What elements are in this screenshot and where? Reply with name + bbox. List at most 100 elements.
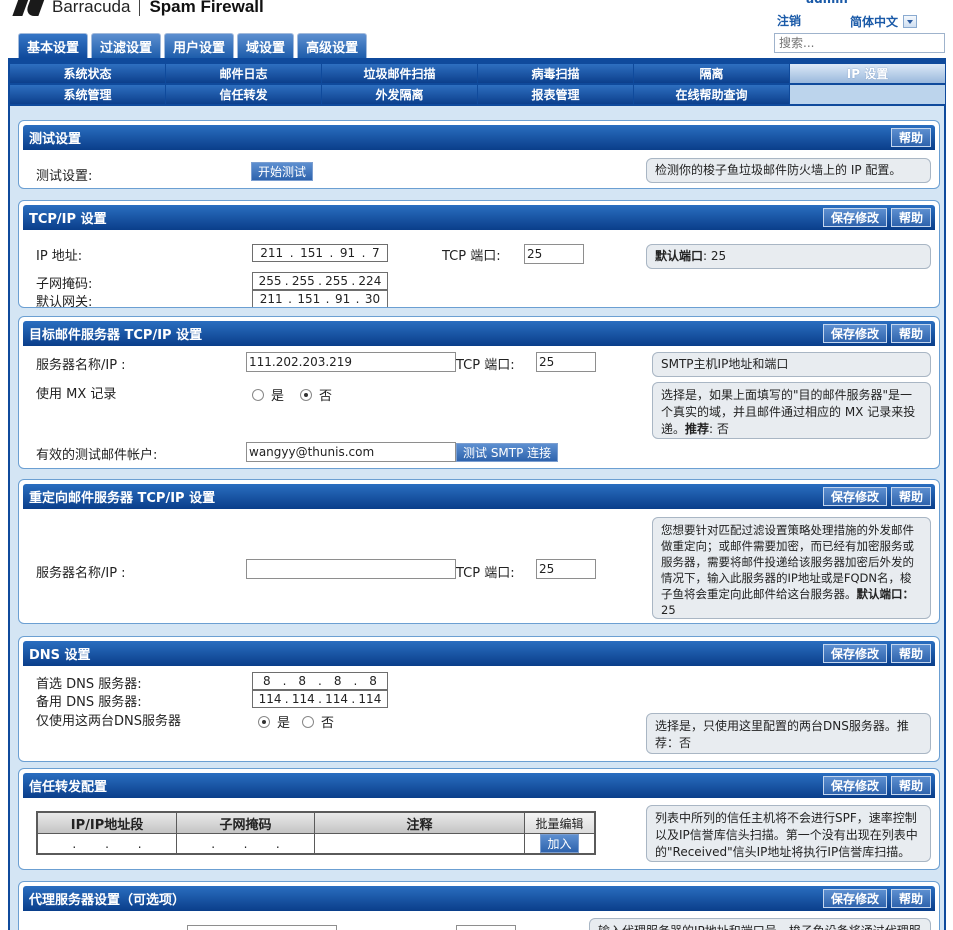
save-button[interactable]: 保存修改 bbox=[822, 208, 887, 227]
subnav-system-status[interactable]: 系统状态 bbox=[10, 64, 165, 83]
subnav-system-admin[interactable]: 系统管理 bbox=[10, 85, 165, 104]
subnav-quarantine[interactable]: 隔离 bbox=[634, 64, 789, 83]
test-account-input[interactable]: wangyy@thunis.com bbox=[246, 442, 456, 462]
tcpip-help-text: 默认端口: 25 bbox=[646, 244, 931, 269]
content-area: 测试设置 帮助 测试设置: 开始测试 检测你的梭子鱼垃圾邮件防火墙上的 IP 配… bbox=[8, 106, 946, 930]
ip-address-field[interactable]: 211. 151. 91. 7 bbox=[252, 244, 388, 262]
redirect-port-input[interactable]: 25 bbox=[536, 559, 596, 579]
column-header: 子网掩码 bbox=[177, 813, 315, 833]
ip-octet: 211 bbox=[259, 292, 283, 306]
ip-octet: 114 bbox=[325, 692, 349, 706]
ip-octet: 91 bbox=[339, 246, 356, 260]
save-button[interactable]: 保存修改 bbox=[822, 487, 887, 506]
batch-edit-link[interactable]: 批量编辑 bbox=[525, 813, 594, 833]
save-button[interactable]: 保存修改 bbox=[822, 324, 887, 343]
help-button[interactable]: 帮助 bbox=[890, 644, 931, 663]
subnav-virus-scan[interactable]: 病毒扫描 bbox=[478, 64, 633, 83]
proxy-port-input[interactable] bbox=[456, 925, 516, 930]
ip-octet: 211 bbox=[260, 246, 284, 260]
tab-user-settings[interactable]: 用户设置 bbox=[164, 33, 235, 58]
proxy-panel: 代理服务器设置（可选项） 保存修改 帮助 输入代理服务器的IP地址和端口号，梭子… bbox=[18, 881, 940, 930]
destination-server-header: 目标邮件服务器 TCP/IP 设置 保存修改 帮助 bbox=[23, 321, 935, 346]
netmask-input[interactable]: ... bbox=[177, 833, 315, 853]
secondary-dns-field[interactable]: 114. 114. 114. 114 bbox=[252, 690, 388, 708]
redirect-help-text: 您想要针对匹配过滤设置策略处理措施的外发邮件做重定向；或邮件需要加密，而已经有加… bbox=[652, 517, 931, 619]
tab-advanced-settings[interactable]: 高级设置 bbox=[297, 33, 368, 58]
redirect-server-input[interactable] bbox=[246, 559, 456, 579]
tab-filter-settings[interactable]: 过滤设置 bbox=[91, 33, 162, 58]
redirect-server-panel: 重定向邮件服务器 TCP/IP 设置 保存修改 帮助 服务器名称/IP : TC… bbox=[18, 479, 940, 624]
help-button[interactable]: 帮助 bbox=[890, 776, 931, 795]
help-button[interactable]: 帮助 bbox=[890, 128, 931, 147]
redirect-server-header: 重定向邮件服务器 TCP/IP 设置 保存修改 帮助 bbox=[23, 484, 935, 509]
subnav-outbound-quarantine[interactable]: 外发隔离 bbox=[322, 85, 477, 104]
ip-octet: 114 bbox=[291, 692, 315, 706]
chevron-down-icon[interactable] bbox=[903, 15, 918, 28]
subnav-row-1: 系统状态 邮件日志 垃圾邮件扫描 病毒扫描 隔离 IP 设置 bbox=[10, 64, 946, 83]
panel-title: TCP/IP 设置 bbox=[29, 212, 107, 227]
dns-only-yes-radio[interactable] bbox=[258, 715, 270, 728]
tab-domain-settings[interactable]: 域设置 bbox=[237, 33, 295, 58]
subnav-row-2: 系统管理 信任转发 外发隔离 报表管理 在线帮助查询 bbox=[10, 85, 946, 104]
ip-octet: 224 bbox=[358, 274, 382, 288]
trust-relay-table: IP/IP地址段 子网掩码 注释 批量编辑 ... ... 加入 bbox=[36, 811, 596, 855]
logo-divider bbox=[139, 0, 141, 16]
smtp-host-help: SMTP主机IP地址和端口 bbox=[652, 352, 931, 377]
save-button[interactable]: 保存修改 bbox=[822, 889, 887, 908]
subnav-trusted-relay[interactable]: 信任转发 bbox=[166, 85, 321, 104]
product-name: Spam Firewall bbox=[149, 0, 264, 16]
current-user: admin bbox=[806, 0, 848, 6]
add-button[interactable]: 加入 bbox=[540, 834, 579, 853]
help-bold: 默认端口 bbox=[655, 249, 704, 263]
ip-octet: 91 bbox=[334, 292, 351, 306]
help-button[interactable]: 帮助 bbox=[890, 487, 931, 506]
gateway-label: 默认网关: bbox=[36, 295, 93, 308]
save-button[interactable]: 保存修改 bbox=[822, 644, 887, 663]
dns-panel: DNS 设置 保存修改 帮助 首选 DNS 服务器: 8.8.8.8 备用 DN… bbox=[18, 636, 940, 762]
gateway-field[interactable]: 211. 151. 91. 30 bbox=[252, 290, 388, 307]
proxy-address-input[interactable] bbox=[187, 925, 337, 930]
search-input[interactable] bbox=[774, 33, 945, 53]
help-button[interactable]: 帮助 bbox=[890, 889, 931, 908]
trust-help-text: 列表中所列的信任主机将不会进行SPF，速率控制以及IP信誉库信头扫描。第一个没有… bbox=[646, 805, 931, 862]
server-name-input[interactable]: 111.202.203.219 bbox=[246, 352, 456, 372]
help-button[interactable]: 帮助 bbox=[890, 208, 931, 227]
tcp-port-label: TCP 端口: bbox=[456, 358, 515, 373]
mx-yes-radio[interactable] bbox=[252, 388, 264, 401]
dns-help-text: 选择是，只使用这里配置的两台DNS服务器。推荐：否 bbox=[646, 713, 931, 754]
help-button[interactable]: 帮助 bbox=[890, 324, 931, 343]
dns-only-radios: 是 否 bbox=[258, 712, 334, 731]
server-name-label: 服务器名称/IP : bbox=[36, 358, 126, 373]
tcp-port-input[interactable]: 25 bbox=[524, 244, 584, 264]
help-rest: : 25 bbox=[703, 249, 727, 263]
radio-label: 否 bbox=[321, 716, 335, 731]
subnav-reports[interactable]: 报表管理 bbox=[478, 85, 633, 104]
help-tail: : 否 bbox=[709, 422, 729, 436]
subnav-message-log[interactable]: 邮件日志 bbox=[166, 64, 321, 83]
primary-dns-field[interactable]: 8.8.8.8 bbox=[252, 672, 388, 690]
tab-basic-settings[interactable]: 基本设置 bbox=[18, 33, 89, 58]
panel-title: 信任转发配置 bbox=[29, 780, 108, 795]
comment-input[interactable] bbox=[315, 833, 525, 853]
subnav-ip-settings[interactable]: IP 设置 bbox=[790, 64, 945, 83]
ip-octet: 255 bbox=[325, 274, 349, 288]
test-settings-header: 测试设置 帮助 bbox=[23, 125, 935, 150]
tcp-port-input[interactable]: 25 bbox=[536, 352, 596, 372]
test-smtp-button[interactable]: 测试 SMTP 连接 bbox=[456, 443, 559, 462]
ip-range-input[interactable]: ... bbox=[38, 833, 177, 853]
logout-link[interactable]: 注销 bbox=[777, 12, 801, 29]
radio-label: 否 bbox=[319, 389, 333, 404]
subnav-online-help[interactable]: 在线帮助查询 bbox=[634, 85, 789, 104]
language-select[interactable]: 简体中文 bbox=[850, 13, 918, 30]
ip-octet: 30 bbox=[364, 292, 381, 306]
sub-navigation: 系统状态 邮件日志 垃圾邮件扫描 病毒扫描 隔离 IP 设置 系统管理 信任转发… bbox=[8, 62, 946, 106]
dns-only-no-radio[interactable] bbox=[302, 715, 315, 728]
use-mx-label: 使用 MX 记录 bbox=[36, 387, 117, 402]
start-test-button[interactable]: 开始测试 bbox=[251, 162, 314, 181]
ip-octet: 255 bbox=[258, 274, 282, 288]
subnav-spam-scan[interactable]: 垃圾邮件扫描 bbox=[322, 64, 477, 83]
mx-no-radio[interactable] bbox=[300, 388, 313, 401]
ip-octet: 8 bbox=[333, 674, 342, 688]
subnet-mask-field[interactable]: 255. 255. 255. 224 bbox=[252, 272, 388, 290]
save-button[interactable]: 保存修改 bbox=[822, 776, 887, 795]
